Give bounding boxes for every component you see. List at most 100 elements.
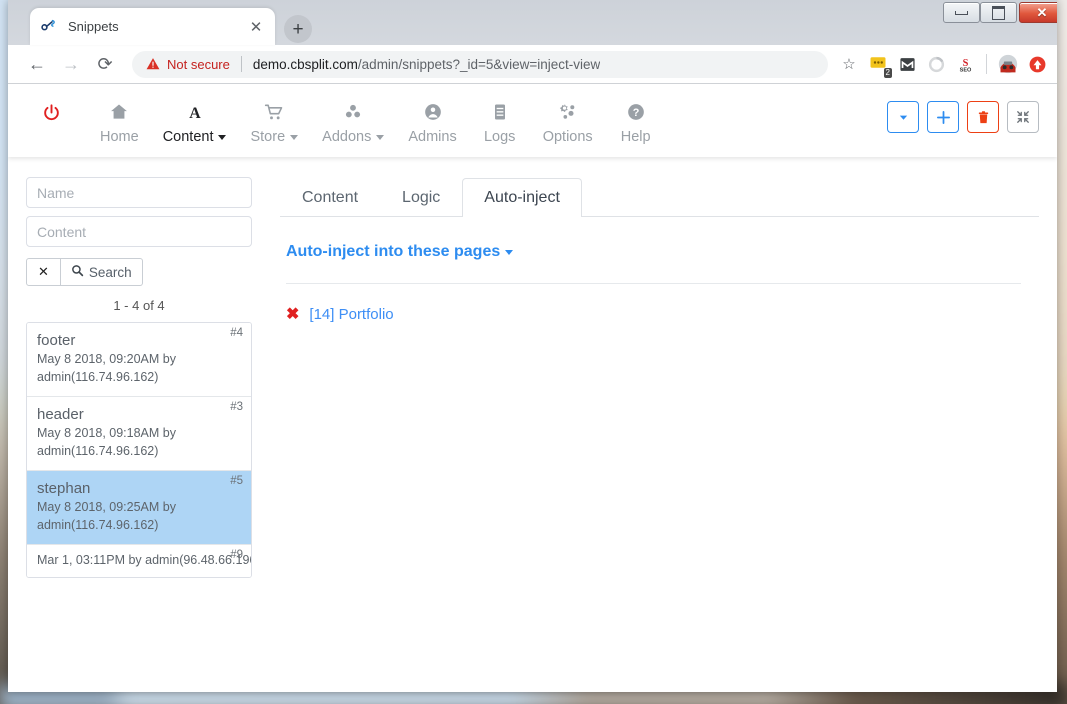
list-item-id: #5 <box>230 475 243 487</box>
back-icon[interactable]: ← <box>22 49 52 79</box>
warning-triangle-icon <box>146 57 160 71</box>
new-tab-button[interactable]: + <box>284 15 312 43</box>
nav-label-content: Content <box>163 129 227 145</box>
not-secure-label: Not secure <box>167 57 230 72</box>
injected-page-row: ✖ [14] Portfolio <box>286 306 1039 323</box>
user-icon <box>423 101 443 123</box>
dropdown-button[interactable] <box>887 101 919 133</box>
search-content-input[interactable] <box>26 216 252 247</box>
tab-auto-inject[interactable]: Auto-inject <box>462 178 582 217</box>
svg-text:?: ? <box>632 107 639 119</box>
address-bar[interactable]: Not secure demo.cbsplit.com/admin/snippe… <box>132 51 828 78</box>
nav-item-options[interactable]: Options <box>531 101 605 145</box>
tab-title: Snippets <box>68 19 247 34</box>
auto-inject-pages-link[interactable]: Auto-inject into these pages <box>286 243 513 261</box>
chevron-down-icon <box>290 135 298 140</box>
power-icon <box>42 101 61 123</box>
list-item-id: #4 <box>230 327 243 339</box>
list-item[interactable]: #9 Mar 1, 03:11PM by admin(96.48.66.196) <box>27 545 251 577</box>
nav-label-logs: Logs <box>484 129 515 145</box>
list-item-selected[interactable]: #5 stephan May 8 2018, 09:25AM by admin(… <box>27 471 251 545</box>
profile-avatar-icon[interactable] <box>998 54 1018 74</box>
tab-bar: Content Logic Auto-inject <box>280 177 1039 217</box>
list-item-meta: May 8 2018, 09:20AM by <box>37 351 241 368</box>
mail-extension-icon[interactable] <box>897 54 917 74</box>
nav-item-home[interactable]: Home <box>88 101 151 145</box>
svg-text:SEO: SEO <box>959 67 971 73</box>
list-item-meta: Mar 1, 03:11PM by admin(96.48.66.196) <box>37 552 241 569</box>
list-item-meta: May 8 2018, 09:18AM by <box>37 425 241 442</box>
reload-icon[interactable]: ⟳ <box>90 49 120 79</box>
nav-label-admins: Admins <box>408 129 456 145</box>
url-text: demo.cbsplit.com/admin/snippets?_id=5&vi… <box>253 57 600 72</box>
search-button[interactable]: Search <box>61 258 143 286</box>
list-item-meta: admin(116.74.96.162) <box>37 369 241 386</box>
nav-item-store[interactable]: Store <box>238 101 310 145</box>
home-icon <box>109 101 129 123</box>
list-item-meta: admin(116.74.96.162) <box>37 517 241 534</box>
list-item-meta: admin(116.74.96.162) <box>37 443 241 460</box>
app-body: ✕ Search 1 - 4 of 4 #4 footer May 8 2018… <box>8 157 1057 578</box>
search-icon <box>71 264 84 280</box>
application-page: Home A Content Store <box>8 84 1057 653</box>
seo-extension-icon[interactable]: SSEO <box>955 54 975 74</box>
nav-item-addons[interactable]: Addons <box>310 101 396 145</box>
clear-search-button[interactable]: ✕ <box>26 258 61 286</box>
notes-extension-icon[interactable]: 2 <box>868 54 888 74</box>
browser-tab[interactable]: Snippets ✕ <box>30 8 275 45</box>
logs-icon <box>490 101 510 123</box>
minimize-button[interactable] <box>943 2 980 23</box>
app-nav-items: Home A Content Store <box>26 101 667 145</box>
tab-strip: Snippets ✕ + <box>8 0 1057 45</box>
remove-page-icon[interactable]: ✖ <box>286 307 299 323</box>
app-action-buttons <box>887 101 1039 133</box>
nav-item-content[interactable]: A Content <box>151 101 239 145</box>
circle-extension-icon[interactable] <box>926 54 946 74</box>
extension-divider <box>986 54 987 74</box>
nav-item-logs[interactable]: Logs <box>469 101 531 145</box>
nav-label-options: Options <box>543 129 593 145</box>
snippet-list: #4 footer May 8 2018, 09:20AM by admin(1… <box>26 322 252 578</box>
nav-label-addons: Addons <box>322 129 384 145</box>
list-item-name: header <box>37 405 241 424</box>
maximize-button[interactable] <box>980 2 1017 23</box>
gears-icon <box>557 101 578 123</box>
window-controls: ✕ <box>940 0 1057 24</box>
chevron-down-icon <box>376 135 384 140</box>
search-name-input[interactable] <box>26 177 252 208</box>
collapse-button[interactable] <box>1007 101 1039 133</box>
update-extension-icon[interactable] <box>1027 54 1047 74</box>
chevron-down-icon <box>505 250 513 255</box>
bookmark-star-icon[interactable]: ☆ <box>836 51 862 77</box>
tab-close-icon[interactable]: ✕ <box>247 18 265 36</box>
add-button[interactable] <box>927 101 959 133</box>
nav-item-help[interactable]: ? Help <box>605 101 667 145</box>
list-item-name: stephan <box>37 479 241 498</box>
tab-content[interactable]: Content <box>280 178 380 217</box>
delete-button[interactable] <box>967 101 999 133</box>
forward-icon[interactable]: → <box>56 49 86 79</box>
auto-inject-panel: Auto-inject into these pages ✖ [14] Port… <box>280 217 1039 323</box>
nav-item-admins[interactable]: Admins <box>396 101 468 145</box>
nav-label-help: Help <box>621 129 651 145</box>
result-count: 1 - 4 of 4 <box>26 298 252 313</box>
list-item-name: footer <box>37 331 241 350</box>
injected-page-label[interactable]: [14] Portfolio <box>309 306 393 323</box>
tab-logic[interactable]: Logic <box>380 178 462 217</box>
nav-label-home: Home <box>100 129 139 145</box>
snippets-favicon <box>40 18 58 36</box>
list-item[interactable]: #4 footer May 8 2018, 09:20AM by admin(1… <box>27 323 251 397</box>
power-button[interactable] <box>26 101 88 129</box>
url-path: /admin/snippets?_id=5&view=inject-view <box>358 57 600 72</box>
letter-a-icon: A <box>185 101 205 123</box>
main-panel: Content Logic Auto-inject Auto-inject in… <box>252 177 1039 578</box>
list-item[interactable]: #3 header May 8 2018, 09:18AM by admin(1… <box>27 397 251 471</box>
cart-icon <box>264 101 284 123</box>
browser-toolbar: ← → ⟳ Not secure demo.cbsplit.com/admin/… <box>8 45 1057 84</box>
not-secure-indicator[interactable]: Not secure <box>146 57 230 72</box>
list-item-id: #3 <box>230 401 243 413</box>
svg-text:A: A <box>189 105 201 122</box>
close-button[interactable]: ✕ <box>1019 2 1057 23</box>
extension-icons: 2 SSEO <box>868 54 1047 74</box>
chevron-down-icon <box>218 135 226 140</box>
